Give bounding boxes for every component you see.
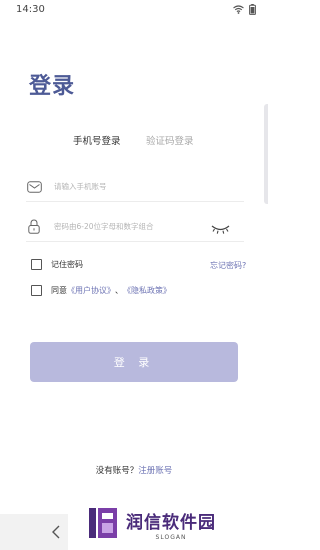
watermark-text: 润信软件园 SLOGAN xyxy=(126,508,216,541)
agreement-separator: 、 xyxy=(115,286,123,295)
privacy-policy-link[interactable]: 《隐私政策》 xyxy=(123,285,171,296)
login-tabs: 手机号登录 验证码登录 xyxy=(0,133,268,151)
battery-icon xyxy=(249,3,256,15)
watermark-slogan: SLOGAN xyxy=(155,533,187,541)
mail-icon xyxy=(26,179,42,195)
watermark-logo-icon xyxy=(88,505,118,543)
remember-checkbox[interactable] xyxy=(31,259,42,270)
phone-input[interactable] xyxy=(54,182,204,191)
forgot-password-link[interactable]: 忘记密码? xyxy=(210,260,246,271)
status-icons xyxy=(233,3,256,15)
password-input[interactable] xyxy=(54,222,204,231)
side-edge-handle[interactable] xyxy=(264,104,268,204)
login-button[interactable]: 登 录 xyxy=(30,342,238,382)
tab-code-login[interactable]: 验证码登录 xyxy=(146,133,194,147)
agreement-checkbox[interactable] xyxy=(31,285,42,296)
wifi-icon xyxy=(233,4,244,14)
user-agreement-link[interactable]: 《用户协议》 xyxy=(67,285,115,296)
agreement-prefix: 同意 xyxy=(51,286,67,295)
register-prompt: 没有账号？ xyxy=(95,466,139,476)
phone-field xyxy=(26,172,244,202)
agreement-row: 同意 《用户协议》 、 《隐私政策》 xyxy=(31,285,171,296)
register-link[interactable]: 注册账号 xyxy=(138,466,172,476)
watermark: 润信软件园 SLOGAN xyxy=(68,498,268,550)
page-title: 登录 xyxy=(29,74,76,99)
remember-row: 记住密码 xyxy=(31,259,83,270)
tab-phone-login[interactable]: 手机号登录 xyxy=(73,133,121,147)
status-time: 14:30 xyxy=(16,3,45,15)
closed-eye-icon[interactable] xyxy=(211,220,230,239)
password-field xyxy=(26,212,244,242)
register-row: 没有账号？注册账号 xyxy=(0,464,268,476)
lock-icon xyxy=(26,219,42,235)
status-bar: 14:30 xyxy=(0,0,268,18)
back-icon[interactable] xyxy=(52,524,60,543)
remember-label: 记住密码 xyxy=(51,260,83,269)
watermark-name: 润信软件园 xyxy=(126,512,216,533)
